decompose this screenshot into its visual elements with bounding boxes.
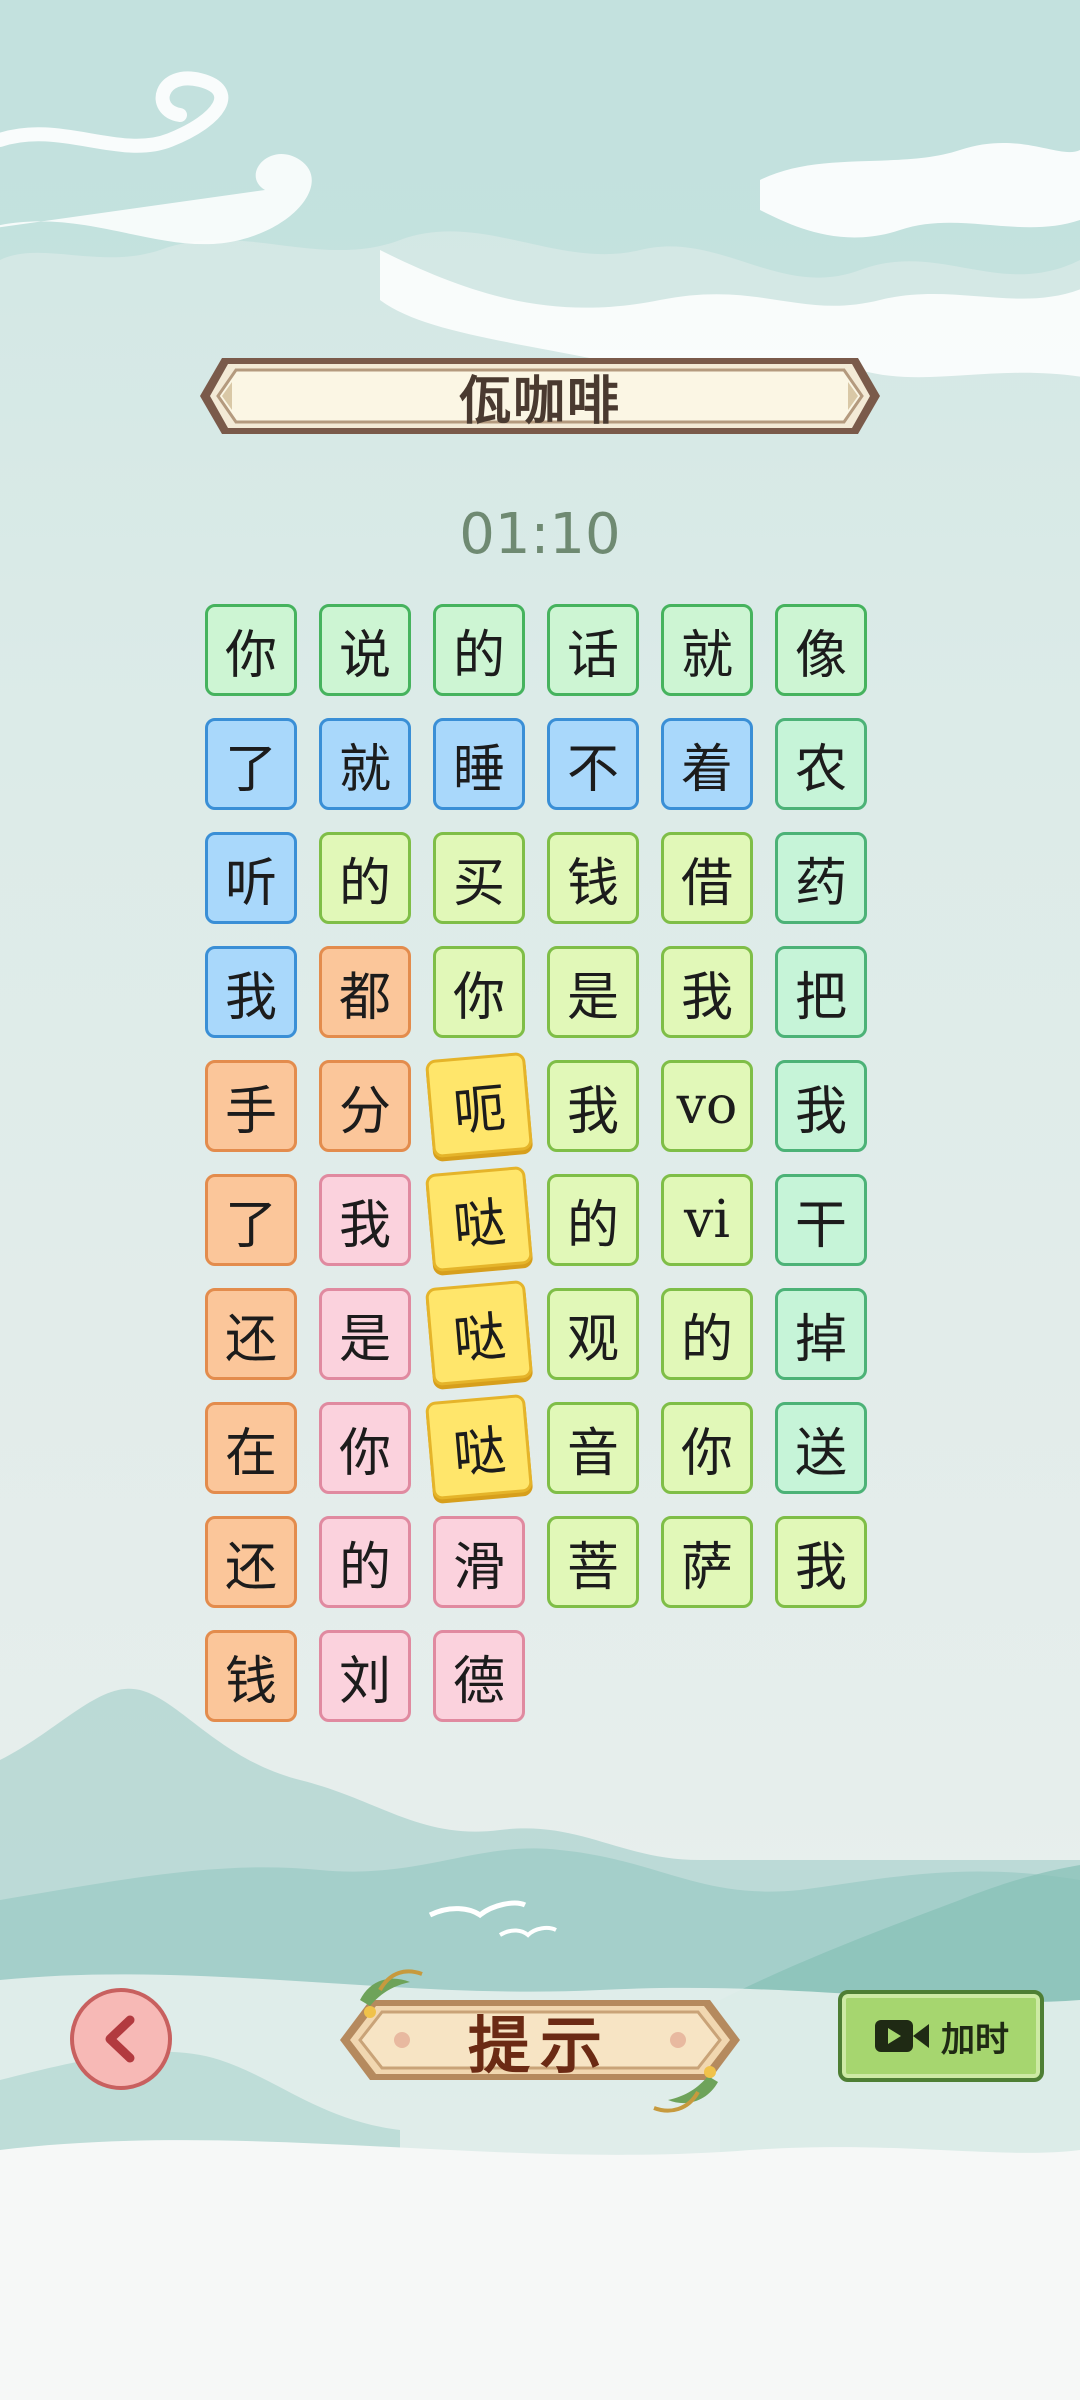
fog-bottom [0, 2140, 1080, 2400]
character-tile[interactable]: 哒 [424, 1165, 534, 1273]
character-tile[interactable]: 萨 [661, 1516, 753, 1608]
character-tile[interactable]: 菩 [547, 1516, 639, 1608]
character-tile[interactable]: 农 [775, 718, 867, 810]
character-tile[interactable]: 的 [433, 604, 525, 696]
add-time-label: 加时 [941, 2019, 1009, 2060]
character-tile[interactable]: 钱 [547, 832, 639, 924]
character-tile[interactable]: 刘 [319, 1630, 411, 1722]
character-tile[interactable]: 哒 [424, 1279, 534, 1387]
character-tile[interactable]: 药 [775, 832, 867, 924]
character-tile[interactable]: 德 [433, 1630, 525, 1722]
character-tile[interactable]: 手 [205, 1060, 297, 1152]
character-tile[interactable]: 在 [205, 1402, 297, 1494]
character-tile[interactable]: 了 [205, 1174, 297, 1266]
character-tile[interactable]: 睡 [433, 718, 525, 810]
character-tile[interactable]: 借 [661, 832, 753, 924]
character-tile[interactable]: 就 [661, 604, 753, 696]
character-tile[interactable]: 你 [205, 604, 297, 696]
add-time-button[interactable]: 加时 [838, 1990, 1044, 2082]
character-tile[interactable]: 我 [547, 1060, 639, 1152]
character-tile[interactable]: 哒 [424, 1393, 534, 1501]
character-tile[interactable]: 还 [205, 1288, 297, 1380]
character-tile[interactable]: 就 [319, 718, 411, 810]
character-tile[interactable]: 分 [319, 1060, 411, 1152]
character-tile[interactable]: 我 [775, 1516, 867, 1608]
character-tile[interactable]: 我 [661, 946, 753, 1038]
character-tile[interactable]: 你 [319, 1402, 411, 1494]
character-tile[interactable]: 话 [547, 604, 639, 696]
character-tile[interactable]: 说 [319, 604, 411, 696]
character-tile[interactable]: 像 [775, 604, 867, 696]
character-tile[interactable]: 的 [661, 1288, 753, 1380]
character-tile[interactable]: 不 [547, 718, 639, 810]
character-tile[interactable]: 是 [319, 1288, 411, 1380]
character-tile[interactable]: 送 [775, 1402, 867, 1494]
character-tile[interactable]: 观 [547, 1288, 639, 1380]
character-grid: 你说的话就像了就睡不着农听的买钱借药我都你是我把手分呃我 vo 我了我哒的 vi 干还是… [0, 0, 1080, 1750]
character-tile[interactable]: 干 [775, 1174, 867, 1266]
character-tile[interactable]: 钱 [205, 1630, 297, 1722]
character-tile[interactable]: 音 [547, 1402, 639, 1494]
chevron-left-icon [105, 2015, 135, 2063]
character-tile[interactable]: 你 [661, 1402, 753, 1494]
character-tile[interactable]: 的 [319, 832, 411, 924]
character-tile[interactable]: 的 [319, 1516, 411, 1608]
hint-label: 提示 [467, 2009, 612, 2082]
character-tile[interactable]: 滑 [433, 1516, 525, 1608]
character-tile[interactable]: 掉 [775, 1288, 867, 1380]
character-tile[interactable]: 还 [205, 1516, 297, 1608]
character-tile[interactable]: 你 [433, 946, 525, 1038]
character-tile[interactable]: 把 [775, 946, 867, 1038]
character-tile[interactable]: 都 [319, 946, 411, 1038]
character-tile[interactable]: vo [661, 1060, 753, 1152]
character-tile[interactable]: vi [661, 1174, 753, 1266]
character-tile[interactable]: 着 [661, 718, 753, 810]
character-tile[interactable]: 是 [547, 946, 639, 1038]
character-tile[interactable]: 我 [319, 1174, 411, 1266]
character-tile[interactable]: 呃 [424, 1051, 534, 1159]
character-tile[interactable]: 了 [205, 718, 297, 810]
character-tile[interactable]: 买 [433, 832, 525, 924]
video-camera-icon [875, 2020, 929, 2052]
character-tile[interactable]: 听 [205, 832, 297, 924]
back-button[interactable] [70, 1988, 172, 2090]
character-tile[interactable]: 我 [205, 946, 297, 1038]
character-tile[interactable]: 的 [547, 1174, 639, 1266]
character-tile[interactable]: 我 [775, 1060, 867, 1152]
